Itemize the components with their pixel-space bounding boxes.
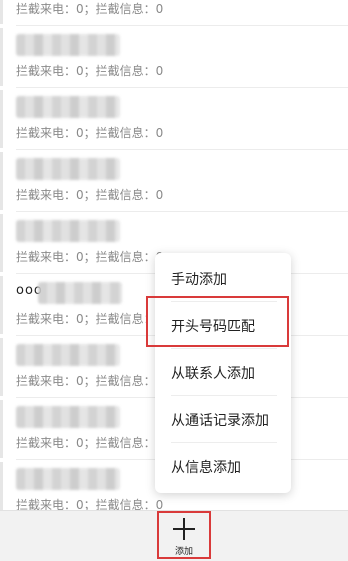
row-accent	[0, 462, 3, 510]
block-stats: 拦截来电：0；拦截信息：0	[16, 64, 164, 78]
blocklist-screen: 拦截来电：0；拦截信息：0 拦截来电：0；拦截信息：0 拦截来电：0；拦截信息：…	[0, 0, 348, 561]
add-button[interactable]: 添加	[157, 511, 211, 561]
menu-item-label: 从联系人添加	[171, 365, 255, 382]
menu-item-label: 从通话记录添加	[171, 412, 269, 429]
menu-item-from-call-log[interactable]: 从通话记录添加	[155, 396, 291, 443]
block-stats: 拦截来电：0；拦截信息：0	[16, 312, 164, 326]
row-accent	[0, 276, 3, 334]
blurred-number	[16, 220, 120, 242]
block-stats: 拦截来电：0；拦截信息：0	[16, 188, 164, 202]
row-accent	[0, 338, 3, 396]
bottom-toolbar: 添加	[0, 510, 348, 561]
list-item[interactable]: 拦截来电：0；拦截信息：0	[0, 88, 348, 150]
add-button-label: 添加	[174, 546, 193, 557]
block-stats: 拦截来电：0；拦截信息：0	[16, 126, 164, 140]
row-accent	[0, 400, 3, 458]
blurred-number	[16, 344, 120, 366]
blurred-number	[16, 468, 120, 490]
menu-item-from-contacts[interactable]: 从联系人添加	[155, 349, 291, 396]
block-stats: 拦截来电：0；拦截信息：0	[16, 374, 164, 388]
row-accent	[0, 0, 3, 24]
menu-item-manual-add[interactable]: 手动添加	[155, 255, 291, 302]
blurred-number	[16, 34, 120, 56]
block-stats: 拦截来电：0；拦截信息：0	[16, 498, 164, 510]
row-accent	[0, 152, 3, 210]
list-item[interactable]: 拦截来电：0；拦截信息：0	[0, 26, 348, 88]
menu-item-label: 开头号码匹配	[171, 318, 255, 335]
block-stats: 拦截来电：0；拦截信息：0	[16, 2, 164, 16]
menu-item-prefix-match[interactable]: 开头号码匹配	[155, 302, 291, 349]
menu-item-label: 从信息添加	[171, 459, 241, 476]
list-item[interactable]: 拦截来电：0；拦截信息：0	[0, 0, 348, 26]
add-options-menu: 手动添加 开头号码匹配 从联系人添加 从通话记录添加 从信息添加	[155, 253, 291, 493]
blurred-number	[16, 406, 120, 428]
row-accent	[0, 28, 3, 86]
blurred-number	[38, 282, 122, 304]
menu-item-from-messages[interactable]: 从信息添加	[155, 443, 291, 490]
row-accent	[0, 214, 3, 272]
block-stats: 拦截来电：0；拦截信息：0	[16, 436, 164, 450]
blurred-number	[16, 158, 120, 180]
block-stats: 拦截来电：0；拦截信息：0	[16, 250, 164, 264]
menu-item-label: 手动添加	[171, 271, 227, 288]
plus-icon	[173, 517, 195, 540]
row-accent	[0, 90, 3, 148]
list-item[interactable]: 拦截来电：0；拦截信息：0	[0, 150, 348, 212]
blurred-number	[16, 96, 120, 118]
